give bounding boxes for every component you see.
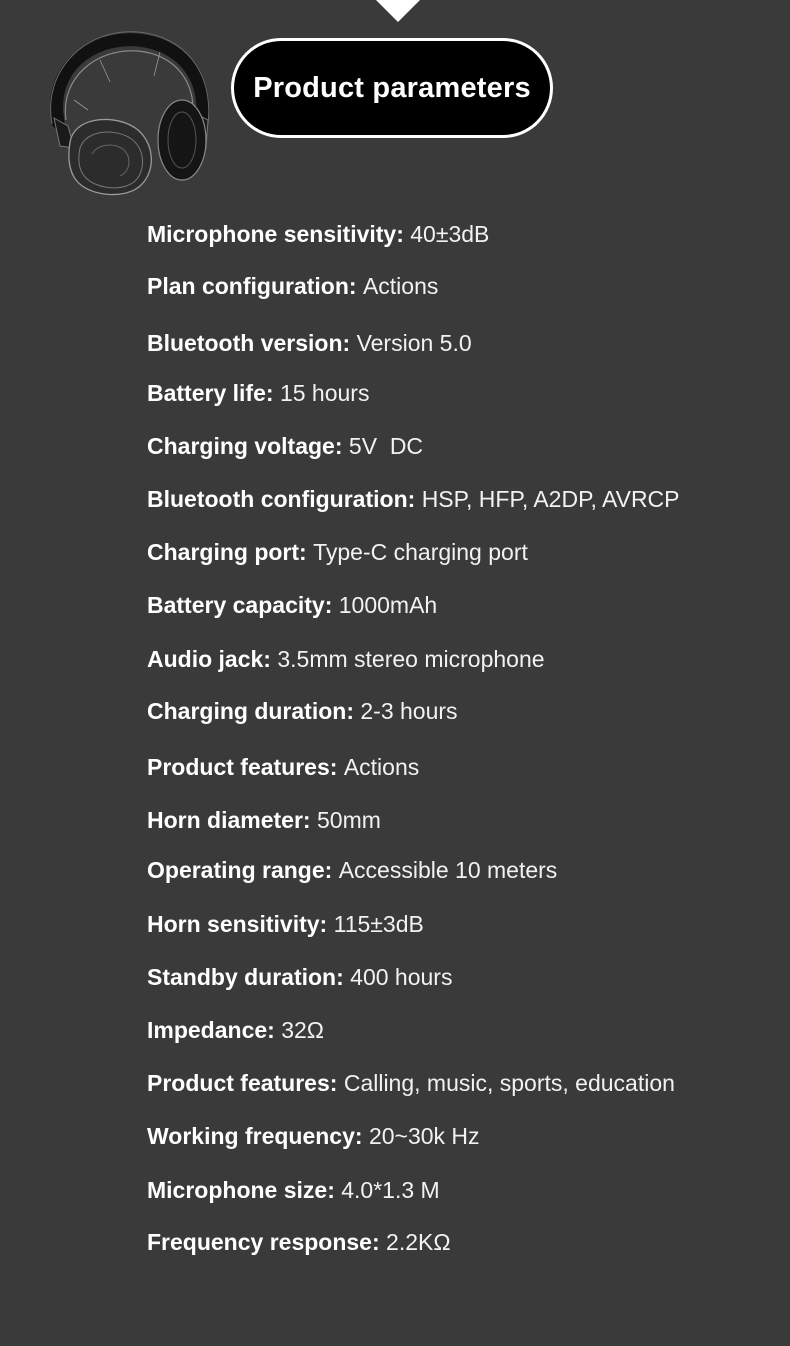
spec-row: Microphone size: 4.0*1.3 M (147, 1175, 440, 1205)
page-title: Product parameters (253, 71, 531, 104)
spec-row: Bluetooth configuration: HSP, HFP, A2DP,… (147, 484, 680, 514)
spec-label: Horn diameter: (147, 807, 317, 833)
spec-row: Operating range: Accessible 10 meters (147, 855, 557, 885)
spec-value: 15 hours (279, 380, 370, 406)
spec-label: Charging duration: (147, 698, 361, 724)
spec-label: Battery life: (147, 380, 280, 406)
spec-label: Microphone size: (147, 1177, 342, 1203)
spec-row: Product features: Actions (147, 752, 419, 782)
spec-label: Audio jack: (147, 646, 278, 672)
spec-row: Horn sensitivity: 115±3dB (147, 909, 424, 939)
spec-value: Actions (362, 273, 439, 299)
spec-label: Working frequency: (147, 1123, 369, 1149)
spec-value: 400 hours (350, 964, 453, 990)
spec-label: Bluetooth version: (147, 330, 357, 356)
spec-value: Calling, music, sports, education (343, 1070, 675, 1096)
spec-value: Type-C charging port (313, 539, 528, 565)
spec-row: Product features: Calling, music, sports… (147, 1068, 675, 1098)
spec-label: Charging port: (147, 539, 314, 565)
spec-row: Audio jack: 3.5mm stereo microphone (147, 644, 545, 674)
spec-row: Battery capacity: 1000mAh (147, 590, 437, 620)
spec-value: Actions (343, 754, 420, 780)
spec-label: Standby duration: (147, 964, 351, 990)
spec-label: Frequency response: (147, 1229, 387, 1255)
spec-row: Impedance: 32Ω (147, 1015, 324, 1045)
spec-label: Operating range: (147, 857, 339, 883)
spec-row: Charging port: Type-C charging port (147, 537, 528, 567)
spec-row: Microphone sensitivity: 40±3dB (147, 219, 489, 249)
spec-value: 20~30k Hz (368, 1123, 480, 1149)
section-title-badge: Product parameters (231, 38, 553, 138)
triangle-down-icon (376, 0, 420, 22)
spec-label: Plan configuration: (147, 273, 363, 299)
spec-value: 3.5mm stereo microphone (277, 646, 545, 672)
spec-label: Microphone sensitivity: (147, 221, 411, 247)
spec-label: Bluetooth configuration: (147, 486, 422, 512)
spec-row: Horn diameter: 50mm (147, 805, 381, 835)
spec-value: 2-3 hours (360, 698, 458, 724)
spec-value: Accessible 10 meters (338, 857, 558, 883)
spec-row: Working frequency: 20~30k Hz (147, 1121, 480, 1151)
spec-label: Impedance: (147, 1017, 282, 1043)
spec-value: 32Ω (281, 1017, 324, 1043)
spec-value: 2.2KΩ (386, 1229, 451, 1255)
spec-row: Plan configuration: Actions (147, 271, 438, 301)
spec-label: Battery capacity: (147, 592, 339, 618)
spec-label: Charging voltage: (147, 433, 349, 459)
headphones-icon (50, 31, 210, 196)
spec-value: 5V DC (348, 433, 424, 459)
spec-row: Bluetooth version: Version 5.0 (147, 328, 472, 358)
spec-value: HSP, HFP, A2DP, AVRCP (421, 486, 680, 512)
spec-value: 4.0*1.3 M (341, 1177, 440, 1203)
spec-row: Battery life: 15 hours (147, 378, 369, 408)
spec-row: Charging duration: 2-3 hours (147, 696, 458, 726)
spec-row: Frequency response: 2.2KΩ (147, 1227, 451, 1257)
spec-label: Product features: (147, 1070, 344, 1096)
spec-label: Product features: (147, 754, 344, 780)
spec-value: Version 5.0 (356, 330, 472, 356)
spec-label: Horn sensitivity: (147, 911, 334, 937)
spec-value: 50mm (316, 807, 381, 833)
spec-value: 115±3dB (333, 911, 424, 937)
spec-value: 40±3dB (410, 221, 490, 247)
spec-row: Charging voltage: 5V DC (147, 431, 423, 461)
spec-value: 1000mAh (338, 592, 438, 618)
spec-row: Standby duration: 400 hours (147, 962, 452, 992)
